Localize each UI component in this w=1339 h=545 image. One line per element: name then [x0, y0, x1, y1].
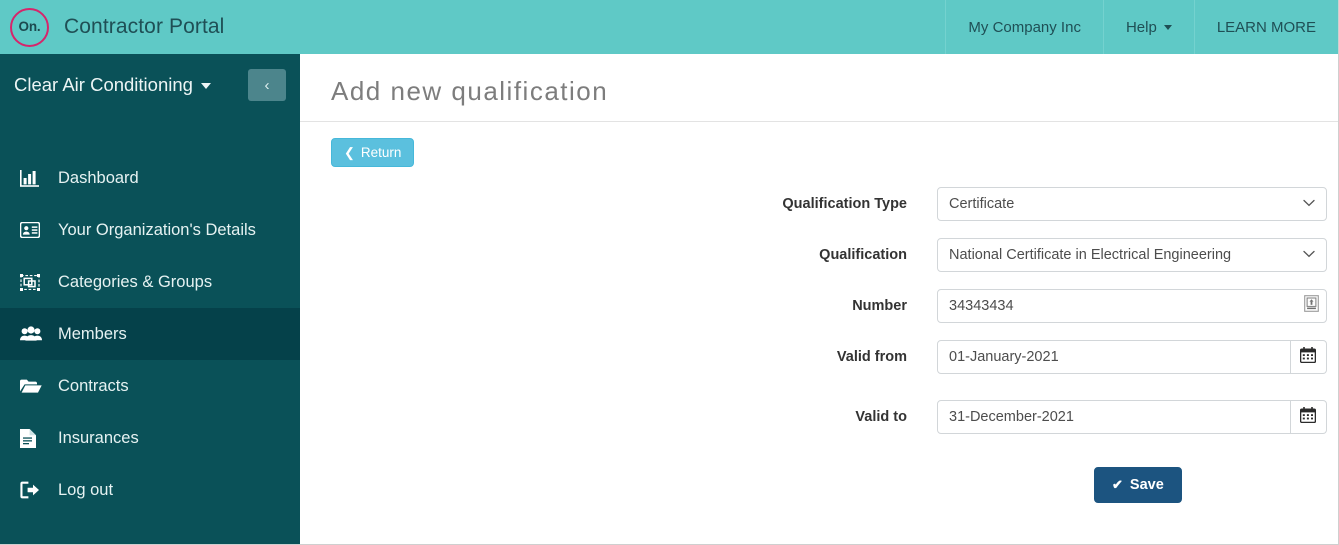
- qualification-label: Qualification: [819, 247, 907, 263]
- save-row: ✔ Save: [300, 467, 1338, 503]
- valid-from-label: Valid from: [836, 349, 907, 365]
- qualification-value: National Certificate in Electrical Engin…: [949, 247, 1232, 263]
- valid-from-input[interactable]: 01-January-2021: [937, 340, 1291, 374]
- valid-from-calendar-button[interactable]: [1290, 340, 1327, 374]
- valid-to-value: 31-December-2021: [949, 409, 1074, 425]
- save-button[interactable]: ✔ Save: [1094, 467, 1182, 503]
- brand-circle-icon: On.: [10, 7, 49, 47]
- app-window: On. Contractor Portal My Company Inc Hel…: [0, 0, 1339, 545]
- sidebar-collapse-button[interactable]: ‹: [248, 69, 286, 101]
- nav-item-company[interactable]: My Company Inc: [945, 0, 1103, 54]
- number-label: Number: [852, 298, 907, 314]
- sign-out-icon: [20, 481, 46, 499]
- form-row-valid-from: Valid from 01-January-2021: [300, 340, 1338, 374]
- chevron-down-icon: [200, 83, 211, 90]
- number-field: 34343434: [937, 289, 1327, 323]
- save-button-label: Save: [1129, 477, 1164, 493]
- qualification-field: National Certificate in Electrical Engin…: [937, 238, 1327, 272]
- form-autofill-icon[interactable]: [1304, 295, 1319, 317]
- top-navbar: On. Contractor Portal My Company Inc Hel…: [0, 0, 1338, 54]
- sidebar-item-organization-details-label: Your Organization's Details: [58, 220, 256, 239]
- bar-chart-icon: [20, 169, 46, 187]
- arrow-left-icon: ❮: [344, 145, 355, 160]
- valid-to-label: Valid to: [855, 409, 907, 425]
- valid-to-field: 31-December-2021: [937, 400, 1327, 434]
- nav-item-help[interactable]: Help: [1102, 0, 1194, 54]
- form-row-number: Number 34343434: [300, 289, 1338, 323]
- return-button-wrap: ❮ Return: [300, 122, 1338, 167]
- nav-item-learn-more[interactable]: LEARN MORE: [1193, 0, 1338, 54]
- sidebar-item-dashboard-label: Dashboard: [58, 168, 139, 187]
- sidebar-menu: Dashboard Your Organization's Details Ca…: [0, 152, 300, 516]
- return-button-label: Return: [360, 145, 402, 160]
- brand-title: Contractor Portal: [64, 15, 225, 38]
- qualification-type-value: Certificate: [949, 196, 1015, 212]
- calendar-icon: [1300, 346, 1317, 368]
- valid-to-input[interactable]: 31-December-2021: [937, 400, 1291, 434]
- calendar-icon: [1300, 406, 1317, 428]
- brand[interactable]: On. Contractor Portal: [0, 0, 224, 54]
- nav-item-help-label: Help: [1125, 18, 1157, 36]
- nav-item-company-label: My Company Inc: [968, 18, 1081, 36]
- sidebar-item-members-label: Members: [58, 324, 127, 343]
- object-group-icon: [20, 273, 46, 291]
- sidebar-item-members[interactable]: Members: [0, 308, 300, 360]
- return-button[interactable]: ❮ Return: [331, 138, 415, 167]
- sidebar-item-insurances[interactable]: Insurances: [0, 412, 300, 464]
- org-switcher-label: Clear Air Conditioning: [14, 74, 193, 95]
- users-icon: [20, 326, 46, 342]
- sidebar-item-log-out[interactable]: Log out: [0, 464, 300, 516]
- number-value: 34343434: [949, 298, 1014, 314]
- sidebar-item-log-out-label: Log out: [58, 480, 114, 499]
- qualification-type-label: Qualification Type: [782, 196, 907, 212]
- chevron-left-icon: ‹: [264, 76, 270, 94]
- sidebar-item-contracts-label: Contracts: [58, 376, 129, 395]
- main-content: Add new qualification ❮ Return Qualifica…: [300, 54, 1338, 544]
- form-row-valid-to: Valid to 31-December-2021: [300, 400, 1338, 434]
- form-row-qualification-type: Qualification Type Certificate: [300, 187, 1338, 221]
- sidebar-header: Clear Air Conditioning ‹: [0, 54, 300, 116]
- check-icon: ✔: [1112, 477, 1123, 492]
- valid-to-calendar-button[interactable]: [1290, 400, 1327, 434]
- file-text-icon: [20, 428, 46, 448]
- valid-from-field: 01-January-2021: [937, 340, 1327, 374]
- page-title: Add new qualification: [331, 76, 609, 106]
- folder-open-icon: [20, 378, 46, 394]
- nav-item-learn-more-label: LEARN MORE: [1216, 18, 1316, 36]
- sidebar-item-insurances-label: Insurances: [58, 428, 139, 447]
- valid-from-value: 01-January-2021: [949, 349, 1059, 365]
- id-card-icon: [20, 222, 46, 238]
- sidebar-item-contracts[interactable]: Contracts: [0, 360, 300, 412]
- form-row-qualification: Qualification National Certificate in El…: [300, 238, 1338, 272]
- qualification-type-select[interactable]: Certificate: [937, 187, 1327, 221]
- sidebar-item-categories-groups-label: Categories & Groups: [58, 272, 213, 291]
- qualification-select[interactable]: National Certificate in Electrical Engin…: [937, 238, 1327, 272]
- save-spacer: [300, 467, 937, 503]
- sidebar-item-organization-details[interactable]: Your Organization's Details: [0, 204, 300, 256]
- number-input[interactable]: 34343434: [937, 289, 1327, 323]
- brand-logo-text: On.: [18, 19, 41, 35]
- sidebar-item-categories-groups[interactable]: Categories & Groups: [0, 256, 300, 308]
- sidebar-item-dashboard[interactable]: Dashboard: [0, 152, 300, 204]
- sidebar: Clear Air Conditioning ‹ Dashboard Your …: [0, 54, 300, 544]
- qualification-type-field: Certificate: [937, 187, 1327, 221]
- org-switcher[interactable]: Clear Air Conditioning: [14, 74, 211, 96]
- navbar-right-menu: My Company Inc Help LEARN MORE: [945, 0, 1338, 54]
- chevron-down-icon: [1163, 24, 1172, 30]
- qualification-form: Qualification Type Certificate Qualifica…: [300, 187, 1338, 503]
